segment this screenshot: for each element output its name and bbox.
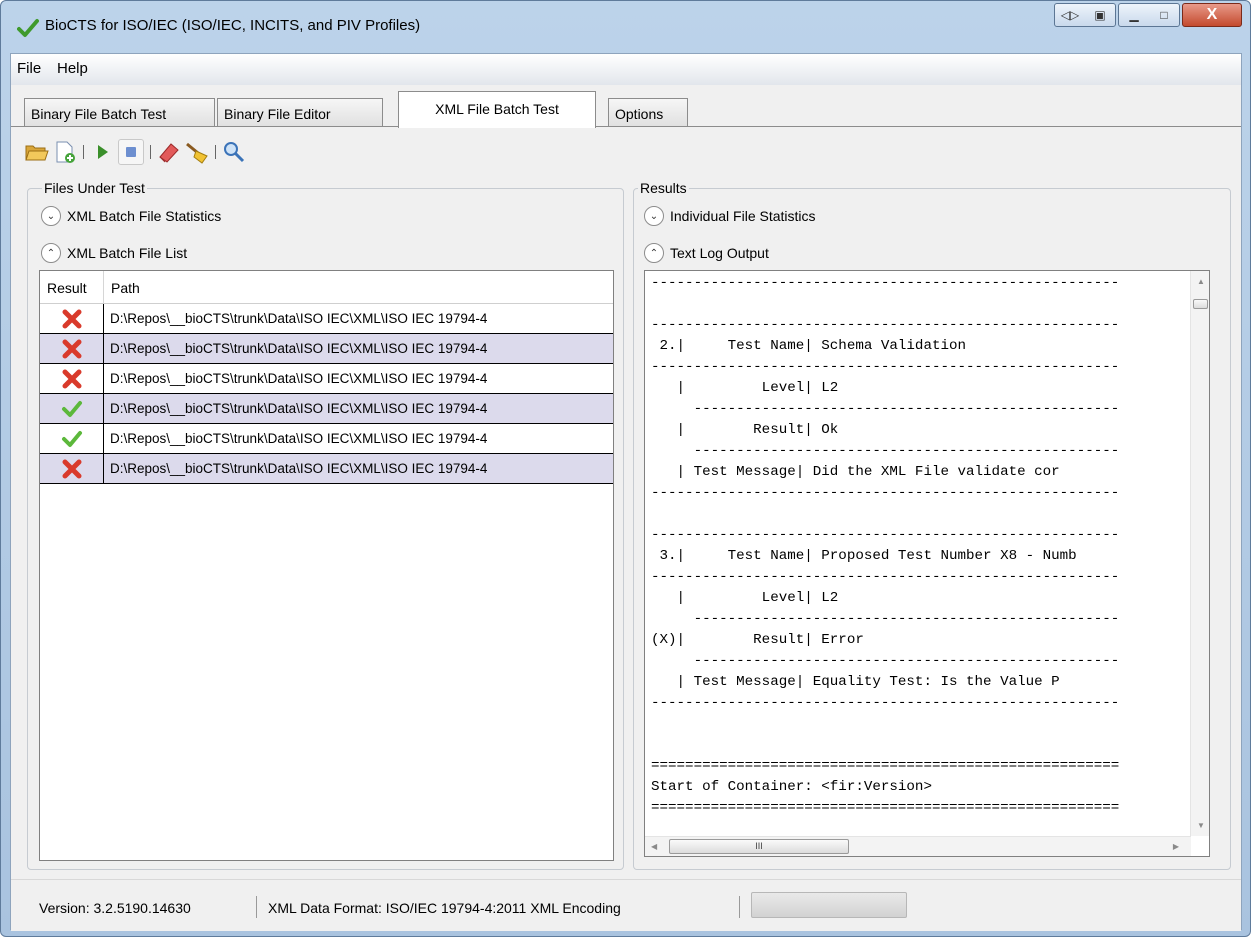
status-separator bbox=[256, 896, 257, 918]
individual-file-statistics-label: Individual File Statistics bbox=[670, 208, 816, 224]
fail-x-icon bbox=[40, 334, 104, 363]
add-file-icon[interactable] bbox=[53, 140, 77, 164]
magnifier-icon[interactable] bbox=[222, 140, 246, 164]
xml-batch-file-list-label: XML Batch File List bbox=[67, 245, 188, 261]
title-bar[interactable]: BioCTS for ISO/IEC (ISO/IEC, INCITS, and… bbox=[1, 1, 1250, 53]
file-path-cell: D:\Repos\__bioCTS\trunk\Data\ISO IEC\XML… bbox=[110, 371, 488, 386]
toolbar-separator bbox=[83, 145, 84, 159]
window-title: BioCTS for ISO/IEC (ISO/IEC, INCITS, and… bbox=[45, 17, 421, 34]
text-log-output-label: Text Log Output bbox=[670, 245, 769, 261]
table-row[interactable]: D:\Repos\__bioCTS\trunk\Data\ISO IEC\XML… bbox=[40, 454, 613, 484]
xml-batch-file-statistics-label: XML Batch File Statistics bbox=[67, 208, 222, 224]
extra-caption-buttons: ◁▷ ▣ bbox=[1054, 3, 1116, 27]
chevron-up-icon: ⌃ bbox=[41, 243, 61, 263]
results-label: Results bbox=[638, 180, 689, 196]
menu-file[interactable]: File bbox=[17, 60, 41, 77]
tab-divider bbox=[11, 126, 1241, 127]
column-header-path[interactable]: Path bbox=[104, 271, 140, 303]
minimize-button[interactable]: ▁ bbox=[1119, 4, 1149, 26]
table-row[interactable]: D:\Repos\__bioCTS\trunk\Data\ISO IEC\XML… bbox=[40, 394, 613, 424]
file-path-cell: D:\Repos\__bioCTS\trunk\Data\ISO IEC\XML… bbox=[110, 401, 488, 416]
app-checkmark-icon bbox=[17, 19, 39, 37]
scroll-down-arrow-icon[interactable]: ▼ bbox=[1197, 821, 1205, 830]
file-list-table: Result Path D:\Repos\__bioCTS\trunk\Data… bbox=[39, 270, 614, 861]
scroll-up-arrow-icon[interactable]: ▲ bbox=[1197, 277, 1205, 286]
file-list-header: Result Path bbox=[40, 271, 613, 304]
pass-check-icon bbox=[40, 394, 104, 423]
window-size-buttons: ▁ □ bbox=[1118, 3, 1180, 27]
vertical-scrollbar[interactable]: ▲ ▼ bbox=[1190, 271, 1209, 836]
file-path-cell: D:\Repos\__bioCTS\trunk\Data\ISO IEC\XML… bbox=[110, 311, 488, 326]
stop-icon[interactable] bbox=[118, 139, 144, 165]
caption-buttons: ◁▷ ▣ ▁ □ X bbox=[1054, 3, 1242, 27]
files-under-test-label: Files Under Test bbox=[42, 180, 147, 196]
xml-batch-file-statistics-expander[interactable]: ⌄ XML Batch File Statistics bbox=[41, 206, 221, 226]
table-row[interactable]: D:\Repos\__bioCTS\trunk\Data\ISO IEC\XML… bbox=[40, 424, 613, 454]
tab-options[interactable]: Options bbox=[608, 98, 688, 127]
table-row[interactable]: D:\Repos\__bioCTS\trunk\Data\ISO IEC\XML… bbox=[40, 334, 613, 364]
table-row[interactable]: D:\Repos\__bioCTS\trunk\Data\ISO IEC\XML… bbox=[40, 364, 613, 394]
file-path-cell: D:\Repos\__bioCTS\trunk\Data\ISO IEC\XML… bbox=[110, 431, 488, 446]
log-text[interactable]: ----------------------------------------… bbox=[651, 273, 1187, 828]
toolbar-separator bbox=[150, 145, 151, 159]
chevron-up-icon: ⌃ bbox=[644, 243, 664, 263]
maximize-button[interactable]: □ bbox=[1149, 4, 1179, 26]
broom-icon[interactable] bbox=[185, 140, 209, 164]
text-log-output-expander[interactable]: ⌃ Text Log Output bbox=[644, 243, 769, 263]
column-header-result[interactable]: Result bbox=[40, 271, 104, 303]
app-window: BioCTS for ISO/IEC (ISO/IEC, INCITS, and… bbox=[0, 0, 1251, 937]
file-path-cell: D:\Repos\__bioCTS\trunk\Data\ISO IEC\XML… bbox=[110, 341, 488, 356]
table-row[interactable]: D:\Repos\__bioCTS\trunk\Data\ISO IEC\XML… bbox=[40, 304, 613, 334]
file-list-body: D:\Repos\__bioCTS\trunk\Data\ISO IEC\XML… bbox=[40, 304, 613, 484]
vertical-scroll-thumb[interactable] bbox=[1193, 299, 1208, 309]
xml-batch-file-list-expander[interactable]: ⌃ XML Batch File List bbox=[41, 243, 187, 263]
client-area: File Help Binary File Batch Test Binary … bbox=[10, 53, 1242, 931]
scroll-left-arrow-icon[interactable]: ◀ bbox=[651, 842, 657, 851]
menu-bar: File Help bbox=[11, 54, 1241, 85]
horizontal-scroll-thumb[interactable]: III bbox=[669, 839, 849, 854]
play-icon[interactable] bbox=[90, 140, 114, 164]
chevron-down-icon: ⌄ bbox=[41, 206, 61, 226]
menu-help[interactable]: Help bbox=[57, 60, 88, 77]
status-version: Version: 3.2.5190.14630 bbox=[39, 900, 191, 916]
copy-window-icon[interactable]: ▣ bbox=[1085, 4, 1115, 26]
status-bar: Version: 3.2.5190.14630 XML Data Format:… bbox=[11, 879, 1241, 931]
open-folder-icon[interactable] bbox=[25, 140, 49, 164]
tab-binary-file-editor[interactable]: Binary File Editor bbox=[217, 98, 383, 127]
tab-binary-file-batch-test[interactable]: Binary File Batch Test bbox=[24, 98, 215, 127]
text-log-view[interactable]: ----------------------------------------… bbox=[644, 270, 1210, 857]
restore-code-icon[interactable]: ◁▷ bbox=[1055, 4, 1085, 26]
close-button[interactable]: X bbox=[1182, 3, 1242, 27]
fail-x-icon bbox=[40, 364, 104, 393]
eraser-icon[interactable] bbox=[157, 140, 181, 164]
toolbar bbox=[25, 138, 246, 166]
scroll-right-arrow-icon[interactable]: ▶ bbox=[1173, 842, 1179, 851]
toolbar-separator bbox=[215, 145, 216, 159]
chevron-down-icon: ⌄ bbox=[644, 206, 664, 226]
fail-x-icon bbox=[40, 454, 104, 483]
file-path-cell: D:\Repos\__bioCTS\trunk\Data\ISO IEC\XML… bbox=[110, 461, 488, 476]
tab-xml-file-batch-test[interactable]: XML File Batch Test bbox=[398, 91, 596, 128]
status-data-format: XML Data Format: ISO/IEC 19794-4:2011 XM… bbox=[268, 900, 621, 916]
fail-x-icon bbox=[40, 304, 104, 333]
individual-file-statistics-expander[interactable]: ⌄ Individual File Statistics bbox=[644, 206, 816, 226]
horizontal-scrollbar[interactable]: ◀ III ▶ bbox=[645, 836, 1191, 856]
progress-bar bbox=[751, 892, 907, 918]
pass-check-icon bbox=[40, 424, 104, 453]
status-separator bbox=[739, 896, 740, 918]
tab-strip: Binary File Batch Test Binary File Edito… bbox=[11, 91, 1241, 128]
